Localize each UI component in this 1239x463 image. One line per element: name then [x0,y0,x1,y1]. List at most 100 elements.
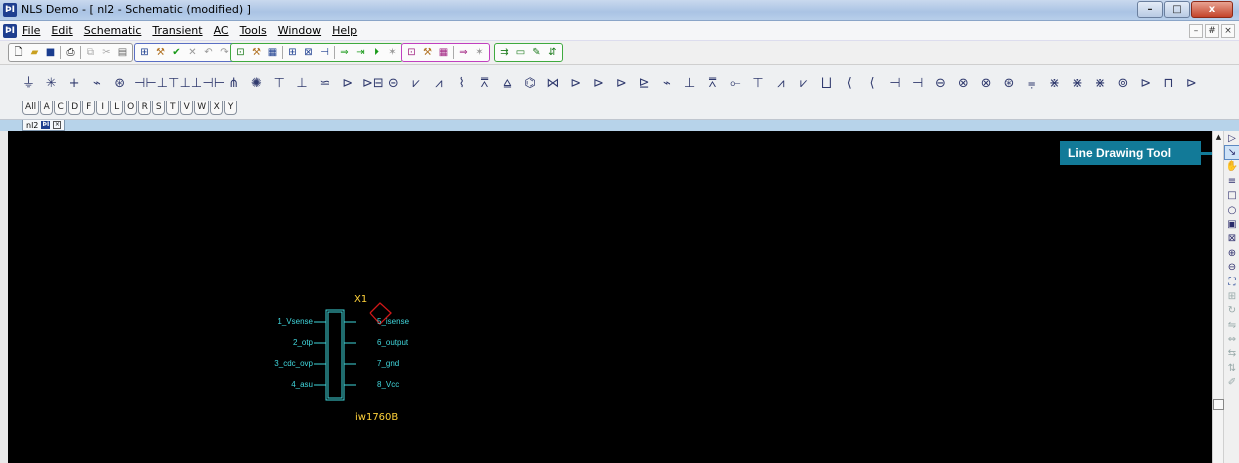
ellipse-tool-icon[interactable]: ○ [1225,204,1239,217]
palette-symbol-icon[interactable]: ⌁ [658,74,675,94]
grid-toggle-icon[interactable]: ⊞ [1225,290,1239,303]
palette-symbol-icon[interactable]: ⊤ [271,74,288,94]
palette-symbol-icon[interactable]: ⋍ [316,74,333,94]
palette-symbol-icon[interactable]: ⊳ [1183,74,1200,94]
delete-icon[interactable]: ✕ [186,46,199,59]
scroll-thumb[interactable] [1213,399,1224,410]
menu-help[interactable]: Help [332,24,357,38]
palette-symbol-icon[interactable]: ⊳ [567,74,584,94]
menu-schematic[interactable]: Schematic [84,24,142,38]
document-icon[interactable]: ÞI [3,24,17,38]
palette-symbol-icon[interactable]: ⋇ [1069,74,1086,94]
palette-symbol-icon[interactable]: + [66,74,83,94]
document-tab-nl2[interactable]: nl2 ÞI × [22,120,66,131]
palette-tab-f[interactable]: F [82,101,96,115]
align-icon[interactable]: ⇆ [1225,347,1239,360]
close-button[interactable]: x [1191,1,1233,18]
run-to-icon[interactable]: ⇥ [354,46,367,59]
grid-icon[interactable]: ⊞ [286,46,299,59]
rotate-icon[interactable]: ↻ [1225,304,1239,317]
palette-tab-s[interactable]: S [152,101,166,115]
palette-symbol-icon[interactable]: ⊣ [909,74,926,94]
palette-symbol-icon[interactable]: ⊥⊥ [180,74,203,94]
line-drawing-tool-icon[interactable]: ↘ [1224,145,1239,160]
palette-symbol-icon[interactable]: ⊥ [681,74,698,94]
palette-symbol-icon[interactable]: ⌬ [522,74,539,94]
pin-edit-icon[interactable]: ✐ [1225,376,1239,389]
open-file-icon[interactable]: ▰ [28,46,41,59]
ac-stop-icon[interactable]: ✶ [473,46,486,59]
transient-report-icon[interactable]: ▦ [266,46,279,59]
ac-setup-icon[interactable]: ⚒ [421,46,434,59]
palette-tab-t[interactable]: T [166,101,180,115]
palette-symbol-icon[interactable]: ⨆ [818,74,835,94]
copy-icon[interactable]: ⧉ [84,46,97,59]
edit-icon[interactable]: ✎ [530,46,543,59]
probe-icon[interactable]: ⇵ [546,46,559,59]
palette-symbol-icon[interactable]: ✳ [43,74,60,94]
palette-symbol-icon[interactable]: ⊳ [613,74,630,94]
palette-symbol-icon[interactable]: ⊵ [636,74,653,94]
palette-symbol-icon[interactable]: ⏚ [20,74,37,94]
palette-symbol-icon[interactable]: ⊥⊤ [157,74,180,94]
palette-tab-l[interactable]: L [110,101,124,115]
palette-symbol-icon[interactable]: ⊖ [932,74,949,94]
palette-symbol-icon[interactable]: ⩘ [772,74,789,94]
palette-symbol-icon[interactable]: ⊳ [590,74,607,94]
zoom-in-icon[interactable]: ⊕ [1225,247,1239,260]
paste-icon[interactable]: ▤ [116,46,129,59]
palette-symbol-icon[interactable]: ⊣⊢ [202,74,225,94]
export-icon[interactable]: ⇉ [498,46,511,59]
run-icon[interactable]: ⇒ [338,46,351,59]
maximize-button[interactable]: □ [1164,1,1190,18]
palette-tab-d[interactable]: D [68,101,82,115]
ac-report-icon[interactable]: ▦ [437,46,450,59]
palette-symbol-icon[interactable]: ⊗ [978,74,995,94]
palette-tab-x[interactable]: X [210,101,224,115]
scroll-up-icon[interactable]: ▲ [1214,132,1223,142]
tab-close-icon[interactable]: × [53,121,62,129]
palette-symbol-icon[interactable]: ⌁ [88,74,105,94]
palette-symbol-icon[interactable]: ⊳⊟ [362,74,384,94]
palette-symbol-icon[interactable]: ⋈ [544,74,561,94]
palette-symbol-icon[interactable]: ⟨ [841,74,858,94]
palette-symbol-icon[interactable]: ⋇ [1092,74,1109,94]
palette-symbol-icon[interactable]: ⊗ [955,74,972,94]
print-icon[interactable]: ⎙ [64,46,77,59]
palette-symbol-icon[interactable]: ⋔ [225,74,242,94]
save-icon[interactable]: ■ [44,46,57,59]
menu-window[interactable]: Window [278,24,321,38]
palette-tab-all[interactable]: All [22,101,40,115]
palette-symbol-icon[interactable]: ⩗ [795,74,812,94]
palette-tab-o[interactable]: O [124,101,138,115]
ac-icon[interactable]: ⊡ [405,46,418,59]
palette-symbol-icon[interactable]: ⩦ [1023,74,1040,94]
mdi-restore-button[interactable]: # [1205,24,1219,38]
grid-plus-icon[interactable]: ⊠ [302,46,315,59]
palette-tab-v[interactable]: V [180,101,194,115]
palette-symbol-icon[interactable]: ⊥ [294,74,311,94]
zoom-out-icon[interactable]: ⊖ [1225,261,1239,274]
palette-symbol-icon[interactable]: ⟨ [864,74,881,94]
palette-symbol-icon[interactable]: ⊝ [385,74,402,94]
palette-symbol-icon[interactable]: ⟜ [727,74,744,94]
palette-tab-c[interactable]: C [54,101,68,115]
netlist-icon[interactable]: ▭ [514,46,527,59]
vertical-align-icon[interactable]: ⇅ [1225,362,1239,375]
palette-symbol-icon[interactable]: ⊤ [750,74,767,94]
transient-setup-icon[interactable]: ⚒ [250,46,263,59]
menu-tools[interactable]: Tools [240,24,267,38]
image-tool-icon[interactable]: ▣ [1225,218,1239,231]
step-icon[interactable]: ⊣ [318,46,331,59]
pause-icon[interactable]: ⏵ [370,46,383,59]
stop-icon[interactable]: ✶ [386,46,399,59]
undo-icon[interactable]: ↶ [202,46,215,59]
palette-symbol-icon[interactable]: ⩞ [704,74,721,94]
palette-symbol-icon[interactable]: ✺ [248,74,265,94]
palette-symbol-icon[interactable]: ⩠ [499,74,516,94]
palette-symbol-icon[interactable]: ⊛ [111,74,128,94]
text-tool-icon[interactable]: ≡ [1225,175,1239,188]
palette-symbol-icon[interactable]: ⩞ [476,74,493,94]
new-file-icon[interactable]: 🗋 [12,46,25,59]
schematic-icon[interactable]: ⊞ [138,46,151,59]
